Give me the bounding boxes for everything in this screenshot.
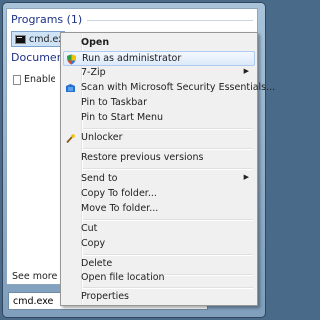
menu-item-label: Delete: [81, 258, 113, 269]
menu-item-label: Open file location: [81, 272, 165, 283]
menu-separator: [83, 168, 253, 170]
menu-item-label: Move To folder...: [81, 203, 159, 214]
menu-item-scan-security-essentials[interactable]: Scan with Microsoft Security Essentials.…: [63, 81, 275, 96]
security-essentials-icon: [66, 84, 75, 92]
menu-item-7zip[interactable]: 7-Zip ▶: [63, 66, 255, 81]
menu-separator: [83, 219, 253, 221]
menu-item-label: Scan with Microsoft Security Essentials.…: [81, 82, 276, 93]
menu-item-unlocker[interactable]: Unlocker: [63, 131, 255, 146]
menu-item-restore-previous-versions[interactable]: Restore previous versions: [63, 151, 255, 166]
unlocker-wand-icon: [66, 134, 75, 144]
menu-item-delete[interactable]: Delete: [63, 257, 255, 272]
menu-item-run-as-administrator[interactable]: Run as administrator: [63, 51, 255, 66]
programs-header-rule: [87, 20, 253, 21]
program-result-cmd[interactable]: cmd.exe: [11, 31, 65, 47]
menu-item-label: 7-Zip: [81, 67, 106, 78]
menu-separator: [83, 287, 253, 289]
document-result-label: Enable a: [24, 74, 55, 85]
menu-item-move-to-folder[interactable]: Move To folder...: [63, 202, 255, 217]
document-result-item[interactable]: Enable a: [13, 74, 55, 85]
context-menu: Open Run as administrator 7-Zip ▶ Scan w…: [60, 32, 275, 306]
menu-separator: [83, 148, 253, 150]
menu-item-open[interactable]: Open: [63, 36, 255, 51]
menu-item-label: Send to: [81, 173, 118, 184]
menu-item-label: Run as administrator: [82, 53, 182, 64]
menu-item-label: Open: [81, 37, 110, 48]
menu-item-label: Pin to Taskbar: [81, 97, 148, 108]
see-more-label: See more r: [12, 271, 60, 282]
menu-item-cut[interactable]: Cut: [63, 222, 255, 237]
see-more-results-link[interactable]: See more r: [8, 271, 60, 282]
menu-item-open-file-location[interactable]: Open file location: [63, 271, 255, 286]
uac-shield-icon: [67, 54, 76, 65]
submenu-arrow-icon: ▶: [243, 67, 249, 75]
menu-item-label: Properties: [81, 291, 130, 302]
programs-header: Programs (1): [11, 13, 83, 26]
command-prompt-icon: [15, 34, 26, 44]
menu-item-pin-to-start-menu[interactable]: Pin to Start Menu: [63, 111, 255, 126]
menu-item-copy[interactable]: Copy: [63, 237, 255, 252]
menu-item-copy-to-folder[interactable]: Copy To folder...: [63, 187, 255, 202]
menu-item-properties[interactable]: Properties: [63, 290, 255, 305]
menu-item-label: Cut: [81, 223, 98, 234]
menu-item-label: Restore previous versions: [81, 152, 204, 163]
menu-item-label: Copy To folder...: [81, 188, 157, 199]
menu-item-label: Copy: [81, 238, 106, 249]
menu-separator: [83, 128, 253, 130]
menu-item-label: Pin to Start Menu: [81, 112, 164, 123]
document-icon: [13, 74, 21, 85]
menu-separator: [83, 254, 253, 256]
submenu-arrow-icon: ▶: [243, 173, 249, 181]
menu-item-send-to[interactable]: Send to ▶: [63, 172, 255, 187]
menu-item-label: Unlocker: [81, 132, 123, 143]
menu-item-pin-to-taskbar[interactable]: Pin to Taskbar: [63, 96, 255, 111]
